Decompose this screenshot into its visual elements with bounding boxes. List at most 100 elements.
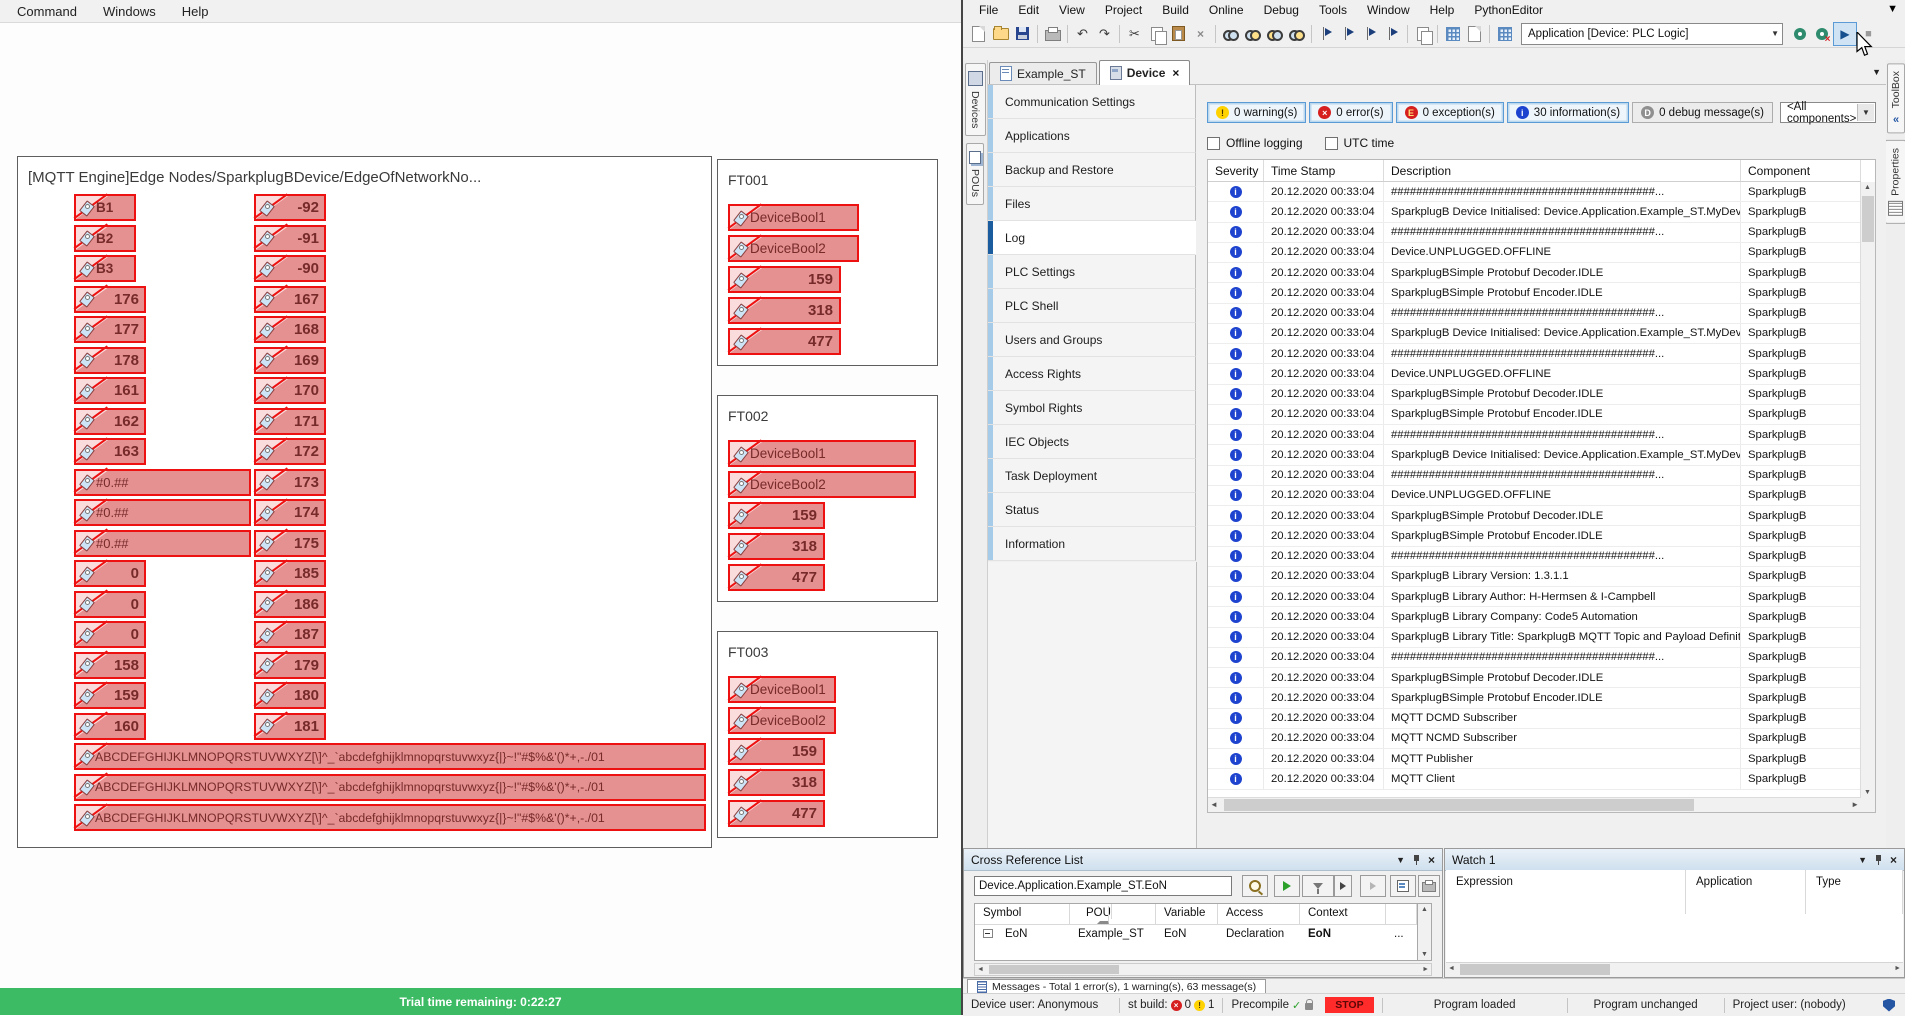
tag[interactable]: 170: [254, 377, 326, 404]
device-nav-item[interactable]: PLC Settings: [988, 255, 1196, 289]
tag[interactable]: 178: [74, 347, 146, 374]
string-tag[interactable]: ABCDEFGHIJKLMNOPQRSTUVWXYZ[\]^_`abcdefgh…: [74, 804, 706, 831]
scrollbar-thumb[interactable]: [1224, 799, 1694, 811]
crossref-row[interactable]: EoN Example_ST EoN Declaration EoN ...: [975, 925, 1417, 945]
paste-button[interactable]: [1168, 23, 1189, 44]
find-replace-button[interactable]: [1264, 23, 1285, 44]
value-tag[interactable]: 477: [728, 564, 825, 591]
tag[interactable]: 0: [74, 591, 146, 618]
log-row[interactable]: 20.12.2020 00:33:04 MQTT DCMD Subscriber…: [1208, 709, 1861, 729]
tab-list-dropdown-icon[interactable]: ▼: [1872, 67, 1881, 77]
scroll-up-icon[interactable]: ▲: [1421, 906, 1428, 913]
log-row[interactable]: 20.12.2020 00:33:04 SparkplugBSimple Pro…: [1208, 385, 1861, 405]
crossref-send-button[interactable]: [1390, 875, 1416, 897]
column-header-pou[interactable]: POU: [1070, 904, 1156, 924]
library-button[interactable]: [1494, 23, 1515, 44]
menu-item[interactable]: Debug: [1254, 3, 1309, 17]
log-row[interactable]: 20.12.2020 00:33:04 SparkplugBSimple Pro…: [1208, 526, 1861, 546]
scrollbar-thumb[interactable]: [1460, 964, 1610, 975]
login-button[interactable]: [1789, 23, 1810, 44]
crossref-horizontal-scrollbar[interactable]: ◄ ►: [974, 963, 1432, 976]
close-icon[interactable]: ×: [1428, 853, 1435, 867]
tag[interactable]: -90: [254, 255, 326, 282]
log-row[interactable]: 20.12.2020 00:33:04 SparkplugB Library C…: [1208, 607, 1861, 627]
tag[interactable]: 162: [74, 408, 146, 435]
scroll-left-icon[interactable]: ◄: [977, 966, 984, 973]
tag[interactable]: 163: [74, 438, 146, 465]
tag[interactable]: B2: [74, 225, 136, 252]
bool-tag[interactable]: DeviceBool2: [728, 707, 836, 734]
log-row[interactable]: 20.12.2020 00:33:04 SparkplugB Library V…: [1208, 567, 1861, 587]
close-icon[interactable]: ×: [1890, 853, 1897, 867]
value-tag[interactable]: 159: [728, 738, 825, 765]
tag[interactable]: 185: [254, 560, 326, 587]
start-button[interactable]: ▶: [1833, 22, 1857, 46]
panel-menu-icon[interactable]: ▼: [1396, 855, 1405, 865]
tag[interactable]: -92: [254, 194, 326, 221]
tag[interactable]: #0.##: [74, 530, 251, 557]
tag[interactable]: 187: [254, 621, 326, 648]
menu-item[interactable]: Edit: [1008, 3, 1049, 17]
menu-item[interactable]: Tools: [1309, 3, 1357, 17]
devices-panel-tab[interactable]: Devices: [965, 63, 986, 136]
scroll-left-icon[interactable]: ◄: [1448, 965, 1455, 972]
tag[interactable]: 168: [254, 316, 326, 343]
log-row[interactable]: 20.12.2020 00:33:04 SparkplugBSimple Pro…: [1208, 688, 1861, 708]
scroll-left-icon[interactable]: ◄: [1210, 800, 1218, 809]
incremental-search-button[interactable]: [1242, 23, 1263, 44]
print-button[interactable]: [1042, 23, 1063, 44]
log-row[interactable]: 20.12.2020 00:33:04 Device.UNPLUGGED.OFF…: [1208, 486, 1861, 506]
tag[interactable]: 173: [254, 469, 326, 496]
string-tag[interactable]: ABCDEFGHIJKLMNOPQRSTUVWXYZ[\]^_`abcdefgh…: [74, 743, 706, 770]
bool-tag[interactable]: DeviceBool2: [728, 235, 859, 262]
tab-example-st[interactable]: Example_ST: [989, 62, 1097, 84]
scrollbar-thumb[interactable]: [989, 965, 1119, 974]
window-menu-icon[interactable]: ▼: [1887, 3, 1898, 15]
watch-horizontal-scrollbar[interactable]: ◄ ►: [1446, 962, 1903, 976]
bookmark-toggle-button[interactable]: [1316, 23, 1337, 44]
column-header-timestamp[interactable]: Time Stamp: [1264, 160, 1384, 181]
value-tag[interactable]: 477: [728, 800, 825, 827]
new-file-button[interactable]: [968, 23, 989, 44]
toolbox-panel-tab[interactable]: » ToolBox: [1887, 63, 1905, 133]
close-tab-icon[interactable]: ×: [1172, 66, 1179, 80]
log-row[interactable]: 20.12.2020 00:33:04 Device.UNPLUGGED.OFF…: [1208, 243, 1861, 263]
bookmark-next-button[interactable]: [1338, 23, 1359, 44]
copy-button[interactable]: [1146, 23, 1167, 44]
bool-tag[interactable]: DeviceBool1: [728, 676, 836, 703]
log-row[interactable]: 20.12.2020 00:33:04 ####################…: [1208, 182, 1861, 202]
log-row[interactable]: 20.12.2020 00:33:04 SparkplugB Device In…: [1208, 202, 1861, 222]
menu-item[interactable]: PythonEditor: [1464, 3, 1553, 17]
duplicate-button[interactable]: [1412, 23, 1433, 44]
column-header-component[interactable]: Component: [1741, 160, 1861, 181]
column-header-variable[interactable]: Variable: [1156, 904, 1218, 924]
tag[interactable]: -91: [254, 225, 326, 252]
tag[interactable]: 172: [254, 438, 326, 465]
log-row[interactable]: 20.12.2020 00:33:04 SparkplugBSimple Pro…: [1208, 668, 1861, 688]
log-row[interactable]: 20.12.2020 00:33:04 SparkplugB Library T…: [1208, 628, 1861, 648]
menu-item[interactable]: Help: [1420, 3, 1465, 17]
save-button[interactable]: [1012, 23, 1033, 44]
crossref-filter-button[interactable]: [1302, 875, 1334, 897]
crossref-vertical-scrollbar[interactable]: ▲ ▼: [1418, 903, 1432, 961]
tag[interactable]: 0: [74, 560, 146, 587]
scroll-up-icon[interactable]: ▲: [1864, 184, 1871, 191]
bookmark-prev-button[interactable]: [1360, 23, 1381, 44]
delete-button[interactable]: ×: [1190, 23, 1211, 44]
bool-tag[interactable]: DeviceBool1: [728, 204, 859, 231]
find-button[interactable]: [1220, 23, 1241, 44]
crossref-expand-button[interactable]: [1360, 875, 1386, 897]
log-horizontal-scrollbar[interactable]: ◄ ►: [1208, 797, 1861, 812]
severity-filter-button[interactable]: 0 warning(s): [1207, 102, 1306, 123]
panel-menu-icon[interactable]: ▼: [1858, 855, 1867, 865]
menu-item[interactable]: View: [1049, 3, 1095, 17]
device-nav-item[interactable]: Task Deployment: [988, 459, 1196, 493]
menu-item[interactable]: Window: [1357, 3, 1420, 17]
log-row[interactable]: 20.12.2020 00:33:04 ####################…: [1208, 223, 1861, 243]
tag[interactable]: 186: [254, 591, 326, 618]
value-tag[interactable]: 318: [728, 769, 825, 796]
log-row[interactable]: 20.12.2020 00:33:04 SparkplugB Device In…: [1208, 324, 1861, 344]
device-nav-item[interactable]: Users and Groups: [988, 323, 1196, 357]
bookmark-clear-button[interactable]: [1382, 23, 1403, 44]
logout-button[interactable]: [1811, 23, 1832, 44]
